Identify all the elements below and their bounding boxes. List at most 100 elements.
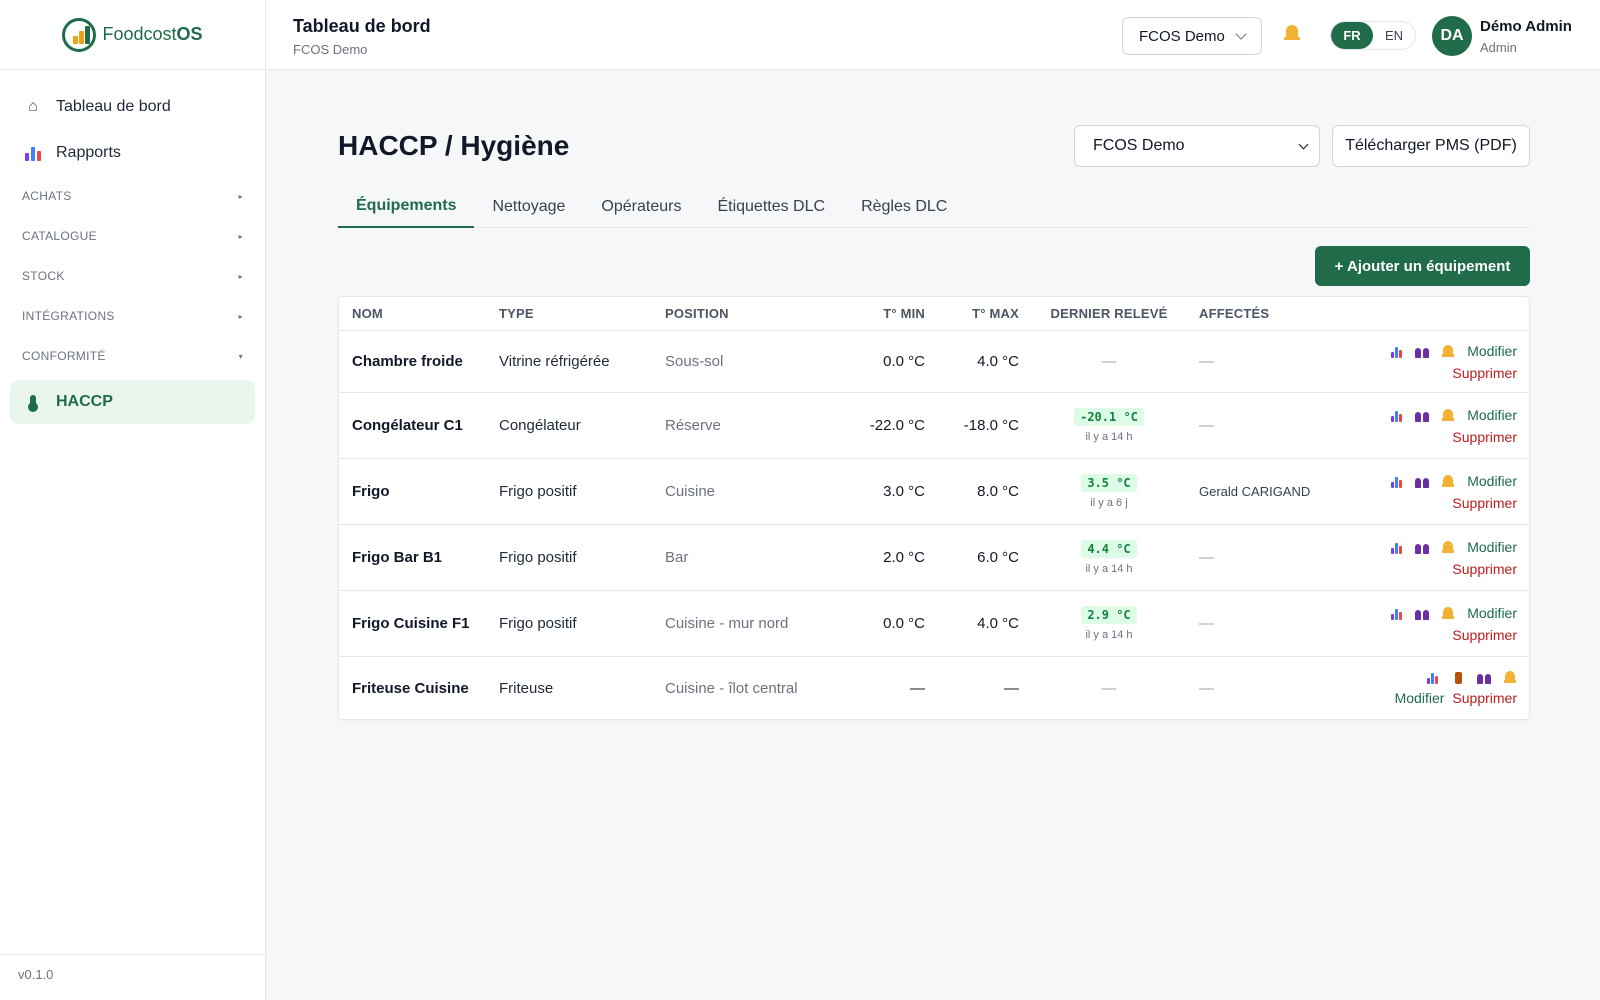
delete-link[interactable]: Supprimer (1452, 495, 1517, 511)
operators-icon[interactable] (1415, 474, 1430, 488)
sidebar-section-stock[interactable]: STOCK ▸ (10, 256, 255, 296)
last-reading-empty: — (1101, 353, 1117, 370)
tab-etiquettes-dlc[interactable]: Étiquettes DLC (699, 186, 843, 228)
column-header-assigned[interactable]: AFFECTÉS (1199, 306, 1349, 321)
equipment-position: Réserve (665, 417, 721, 434)
delete-link[interactable]: Supprimer (1452, 561, 1517, 577)
sidebar-section-integrations[interactable]: INTÉGRATIONS ▸ (10, 296, 255, 336)
readings-chart-icon[interactable] (1389, 344, 1403, 358)
row-actions: Modifier Supprimer (1349, 407, 1529, 445)
edit-link[interactable]: Modifier (1467, 407, 1517, 423)
table-row: Frigo Frigo positif Cuisine 3.0 °C 8.0 °… (339, 459, 1529, 525)
alert-bell-icon[interactable] (1441, 474, 1455, 488)
alert-bell-icon[interactable] (1441, 344, 1455, 358)
avatar[interactable]: DA (1432, 16, 1472, 56)
sidebar-section-conformite[interactable]: CONFORMITÉ ▾ (10, 336, 255, 376)
lang-fr-button[interactable]: FR (1331, 22, 1373, 49)
equipment-position: Cuisine - mur nord (665, 615, 789, 632)
last-reading-time: il y a 14 h (1085, 431, 1133, 443)
table-row: Congélateur C1 Congélateur Réserve -22.0… (339, 393, 1529, 459)
equipment-type: Vitrine réfrigérée (499, 353, 610, 370)
bell-icon (1284, 24, 1300, 42)
last-reading-badge: 2.9 °C (1081, 606, 1137, 624)
page-header-title: Tableau de bord (293, 16, 431, 36)
caret-right-icon: ▸ (238, 311, 243, 321)
alert-bell-icon[interactable] (1503, 670, 1517, 684)
edit-link[interactable]: Modifier (1395, 690, 1445, 706)
assigned-operators: — (1199, 549, 1214, 566)
readings-chart-icon[interactable] (1389, 540, 1403, 554)
edit-link[interactable]: Modifier (1467, 343, 1517, 359)
brand-logo[interactable]: FoodcostOS (0, 0, 265, 70)
sidebar-item-label: Tableau de bord (56, 98, 171, 115)
bar-chart-icon (22, 145, 44, 161)
equipment-table: NOM TYPE POSITION T° MIN T° MAX DERNIER … (338, 296, 1530, 720)
sidebar-item-label: HACCP (56, 393, 113, 410)
sidebar-section-achats[interactable]: ACHATS ▸ (10, 176, 255, 216)
delete-link[interactable]: Supprimer (1452, 627, 1517, 643)
table-row: Chambre froide Vitrine réfrigérée Sous-s… (339, 331, 1529, 393)
operators-icon[interactable] (1415, 540, 1430, 554)
tab-equipements[interactable]: Équipements (338, 186, 475, 228)
readings-chart-icon[interactable] (1389, 606, 1403, 620)
chevron-down-icon (1235, 28, 1247, 40)
alert-bell-icon[interactable] (1441, 540, 1455, 554)
equipment-type: Frigo positif (499, 483, 577, 500)
language-toggle: FR EN (1330, 21, 1416, 50)
equipment-name: Chambre froide (352, 353, 463, 370)
equipment-name: Frigo (352, 483, 390, 500)
readings-chart-icon[interactable] (1389, 474, 1403, 488)
delete-link[interactable]: Supprimer (1452, 365, 1517, 381)
caret-right-icon: ▸ (238, 191, 243, 201)
operators-icon[interactable] (1415, 606, 1430, 620)
edit-link[interactable]: Modifier (1467, 539, 1517, 555)
last-reading-badge: -20.1 °C (1074, 408, 1144, 426)
column-header-last-reading[interactable]: DERNIER RELEVÉ (1019, 306, 1199, 321)
equipment-type: Frigo positif (499, 549, 577, 566)
download-pms-button[interactable]: Télécharger PMS (PDF) (1332, 125, 1530, 167)
equipment-type: Congélateur (499, 417, 581, 434)
column-header-position[interactable]: POSITION (665, 306, 833, 321)
add-equipment-button[interactable]: + Ajouter un équipement (1315, 246, 1530, 286)
table-row: Frigo Cuisine F1 Frigo positif Cuisine -… (339, 591, 1529, 657)
home-icon: ⌂ (28, 98, 38, 115)
operators-icon[interactable] (1415, 408, 1430, 422)
last-reading-time: il y a 14 h (1085, 629, 1133, 641)
sidebar-item-haccp[interactable]: HACCP (10, 380, 255, 424)
edit-link[interactable]: Modifier (1467, 605, 1517, 621)
column-header-tmin[interactable]: T° MIN (833, 306, 925, 321)
tab-nettoyage[interactable]: Nettoyage (474, 186, 583, 228)
page-title: HACCP / Hygiène (338, 130, 570, 161)
thermometer-icon (22, 395, 44, 412)
operators-icon[interactable] (1415, 344, 1430, 358)
column-header-name[interactable]: NOM (339, 306, 499, 321)
site-select[interactable]: FCOS Demo (1074, 125, 1320, 167)
column-header-type[interactable]: TYPE (499, 306, 665, 321)
last-reading-badge: 3.5 °C (1081, 474, 1137, 492)
alert-bell-icon[interactable] (1441, 606, 1455, 620)
delete-link[interactable]: Supprimer (1452, 690, 1517, 706)
row-actions: Modifier Supprimer (1349, 670, 1529, 706)
oil-change-icon[interactable] (1451, 670, 1465, 684)
section-label: CONFORMITÉ (22, 349, 106, 363)
equipment-name: Congélateur C1 (352, 417, 463, 434)
tab-regles-dlc[interactable]: Règles DLC (843, 186, 965, 228)
edit-link[interactable]: Modifier (1467, 473, 1517, 489)
section-label: STOCK (22, 269, 65, 283)
operators-icon[interactable] (1477, 670, 1491, 684)
equipment-tmin: -22.0 °C (869, 417, 925, 434)
readings-chart-icon[interactable] (1389, 408, 1403, 422)
organization-select[interactable]: FCOS Demo (1122, 17, 1262, 55)
sidebar-section-catalogue[interactable]: CATALOGUE ▸ (10, 216, 255, 256)
brand-name: FoodcostOS (102, 24, 203, 44)
readings-chart-icon[interactable] (1425, 670, 1439, 684)
delete-link[interactable]: Supprimer (1452, 429, 1517, 445)
alert-bell-icon[interactable] (1441, 408, 1455, 422)
sidebar-item-reports[interactable]: Rapports (10, 130, 255, 176)
sidebar-item-dashboard[interactable]: ⌂ Tableau de bord (10, 84, 255, 130)
column-header-tmax[interactable]: T° MAX (925, 306, 1019, 321)
tab-operateurs[interactable]: Opérateurs (583, 186, 699, 228)
notifications-button[interactable] (1284, 24, 1300, 42)
lang-en-button[interactable]: EN (1373, 22, 1415, 49)
equipment-tmax: 6.0 °C (977, 549, 1019, 566)
